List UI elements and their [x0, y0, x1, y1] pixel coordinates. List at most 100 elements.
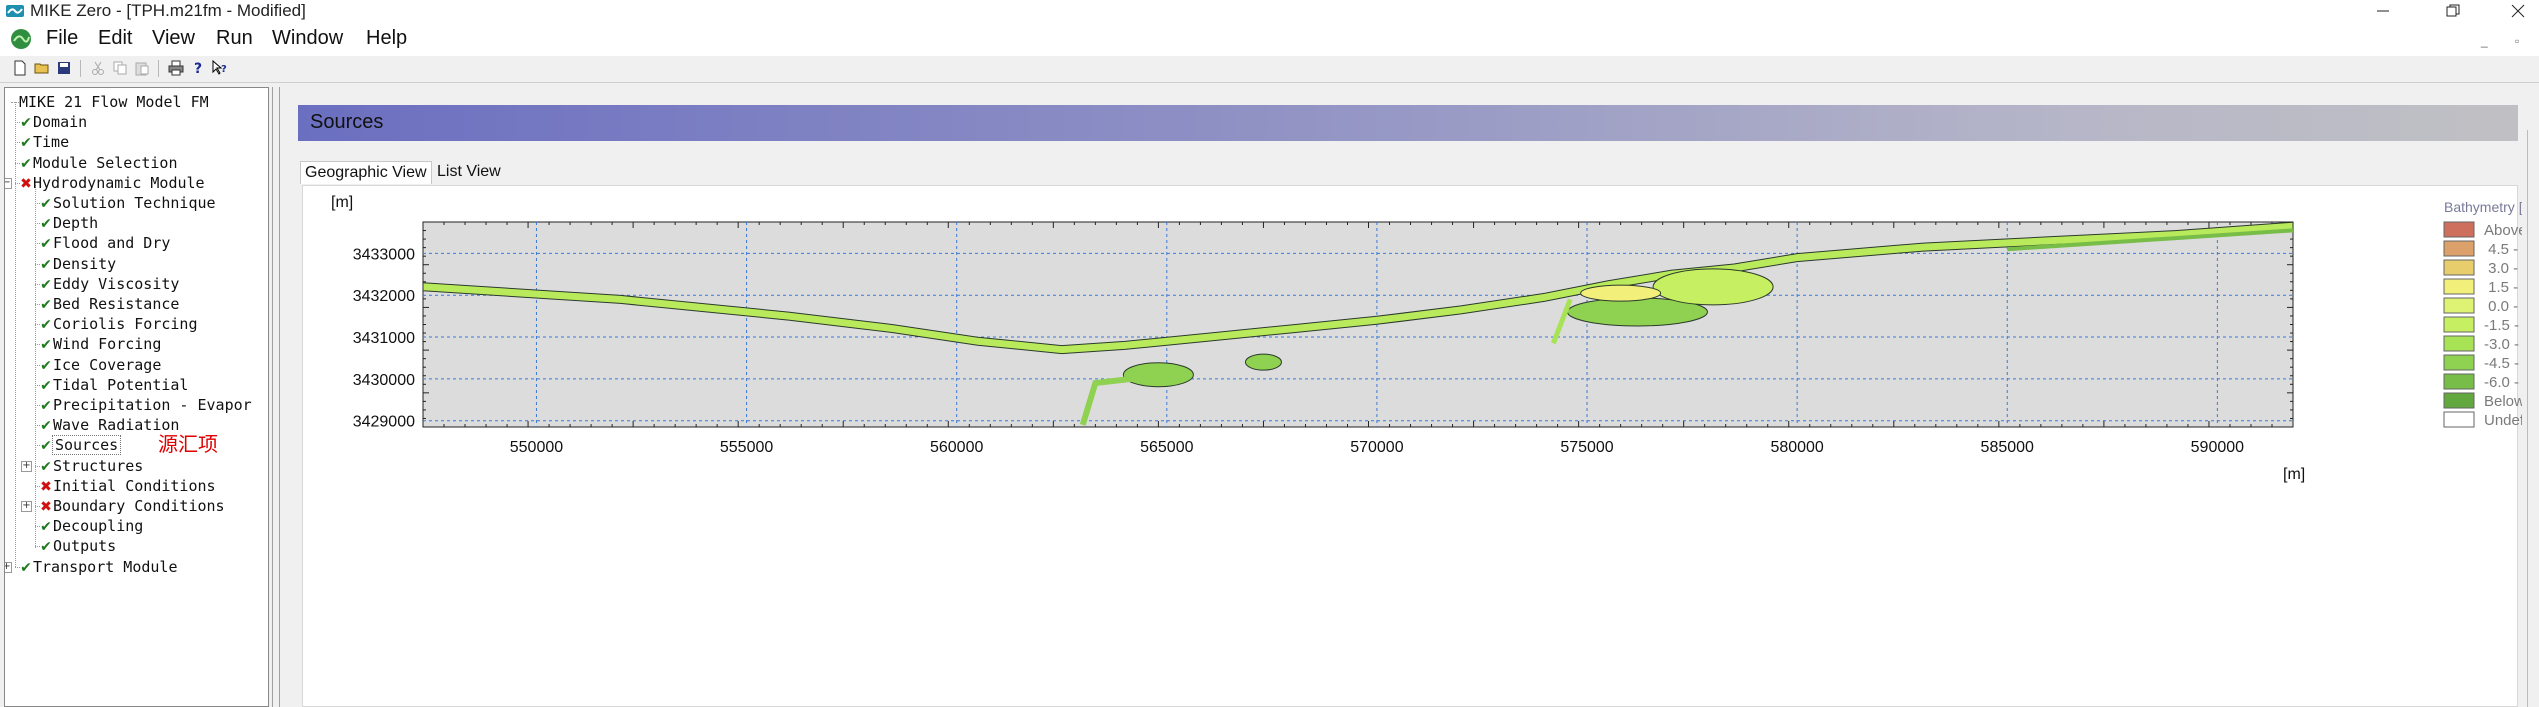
tree-item-transport-module[interactable]: ✔Transport Module [19, 557, 178, 577]
menu-help[interactable]: Help [366, 27, 407, 50]
checkmark-icon: ✔ [40, 317, 52, 334]
legend-label: 0.0 - 1.5 [2484, 298, 2522, 315]
tree-item-coriolis-forcing[interactable]: ✔Coriolis Forcing [39, 314, 198, 334]
legend-label: -1.5 - 0.0 [2484, 317, 2522, 334]
tree-item-eddy-viscosity[interactable]: ✔Eddy Viscosity [39, 274, 179, 294]
checkmark-icon: ✔ [40, 438, 52, 455]
toolbar: ? ? [0, 56, 2539, 83]
open-folder-icon[interactable] [34, 60, 50, 76]
tree-item-label: Wind Forcing [53, 335, 162, 354]
tree-connector [15, 162, 20, 164]
tree-item-label: Depth [53, 214, 99, 233]
tree-item-initial-conditions[interactable]: ✖Initial Conditions [39, 476, 215, 496]
legend-swatch [2443, 278, 2475, 295]
tree-item-depth[interactable]: ✔Depth [39, 213, 98, 233]
mdi-minimize-button[interactable]: _ [2481, 34, 2488, 48]
menu-file[interactable]: File [46, 27, 78, 50]
legend-swatch [2443, 297, 2475, 314]
tree-item-module-selection[interactable]: ✔Module Selection [19, 153, 177, 173]
copy-icon[interactable] [112, 60, 128, 76]
checkmark-icon: ✔ [40, 256, 52, 273]
help-icon[interactable]: ? [190, 60, 206, 76]
tree-item-hydrodynamic-module[interactable]: ✖Hydrodynamic Module [19, 173, 205, 193]
tab-geographic-view[interactable]: Geographic View [300, 161, 432, 184]
legend-label: Undefined Value [2484, 412, 2522, 429]
tree-item-label: Precipitation - Evapor [53, 396, 252, 414]
tree-item-wind-forcing[interactable]: ✔Wind Forcing [39, 334, 161, 354]
new-file-icon[interactable] [12, 60, 28, 76]
checkmark-icon: ✔ [40, 337, 52, 354]
menu-edit[interactable]: Edit [98, 27, 132, 50]
close-button[interactable] [2490, 0, 2539, 22]
menu-run[interactable]: Run [216, 27, 253, 50]
checkmark-icon: ✔ [20, 135, 32, 152]
vertical-scrollbar[interactable] [2527, 130, 2538, 707]
tree-item-density[interactable]: ✔Density [39, 254, 116, 274]
expand-icon[interactable]: + [21, 501, 32, 512]
tree-item-label: Tidal Potential [53, 375, 189, 394]
tree-connector [35, 263, 40, 265]
legend-label: 4.5 - 6.0 [2484, 241, 2522, 258]
context-help-icon[interactable]: ? [212, 60, 228, 76]
legend-swatch [2443, 259, 2475, 276]
tree-item-ice-coverage[interactable]: ✔Ice Coverage [39, 355, 161, 375]
legend-label: Below -6.0 [2484, 393, 2522, 410]
tree-item-label: Transport Module [33, 557, 178, 576]
print-icon[interactable] [168, 60, 184, 76]
tree-item-domain[interactable]: ✔Domain [19, 112, 87, 132]
tree-connector [35, 243, 40, 245]
domain-inlet [1244, 353, 1282, 371]
tree-item-bed-resistance[interactable]: ✔Bed Resistance [39, 294, 179, 314]
tree-item-time[interactable]: ✔Time [19, 132, 69, 152]
title-bar: MIKE Zero - [TPH.m21fm - Modified] [0, 0, 2539, 22]
checkmark-icon: ✔ [40, 377, 52, 394]
error-cross-icon: ✖ [40, 478, 52, 495]
tree-item-decoupling[interactable]: ✔Decoupling [39, 516, 143, 536]
x-tick-label: 560000 [930, 439, 983, 456]
menu-window[interactable]: Window [272, 27, 343, 50]
tree-item-label: Sources [51, 435, 122, 456]
tree-item-label: Coriolis Forcing [53, 315, 198, 334]
bathymetry-map[interactable]: 550000 555000 560000 565000 570000 575000 5800… [282, 182, 2522, 502]
expand-icon[interactable]: + [5, 561, 12, 573]
tree-item-label: Eddy Viscosity [53, 274, 180, 293]
legend-label: -6.0 - -4.5 [2484, 374, 2522, 391]
section-header: Sources [298, 105, 2518, 141]
x-tick-label: 565000 [1140, 439, 1193, 456]
tree-item-structures[interactable]: ✔Structures [39, 456, 143, 476]
tree-root[interactable]: MIKE 21 Flow Model FM [19, 92, 209, 112]
checkmark-icon: ✔ [40, 236, 52, 253]
menu-view[interactable]: View [152, 27, 195, 50]
tree-item-label: Density [53, 254, 117, 273]
panel-splitter[interactable] [272, 87, 280, 707]
toolbar-separator [80, 60, 81, 77]
tree-connector [15, 182, 20, 184]
y-axis-unit: [m] [331, 194, 353, 211]
legend-label: -4.5 - -3.0 [2484, 355, 2522, 372]
tree-connector [35, 384, 40, 386]
tree-item-outputs[interactable]: ✔Outputs [39, 536, 116, 556]
tree-item-sources[interactable]: ✔ Sources [39, 435, 122, 456]
tree-item-solution-technique[interactable]: ✔Solution Technique [39, 193, 215, 213]
tree-item-label: Hydrodynamic Module [33, 173, 205, 192]
legend-label: 1.5 - 3.0 [2484, 279, 2522, 296]
document-icon[interactable] [10, 28, 32, 50]
cut-icon[interactable] [90, 60, 106, 76]
tree-item-precipitation-evapor[interactable]: ✔Precipitation - Evapor [39, 395, 252, 415]
save-icon[interactable] [56, 60, 72, 76]
mdi-restore-button[interactable]: ▫ [2515, 34, 2519, 48]
collapse-icon[interactable]: − [5, 177, 12, 189]
x-tick-label: 585000 [1981, 439, 2034, 456]
tree-item-flood-and-dry[interactable]: ✔Flood and Dry [39, 233, 170, 253]
minimize-button[interactable] [2355, 0, 2411, 22]
tree-item-tidal-potential[interactable]: ✔Tidal Potential [39, 375, 188, 395]
legend-swatch [2443, 221, 2475, 238]
x-tick-label: 575000 [1560, 439, 1613, 456]
tab-list-view[interactable]: List View [433, 161, 505, 183]
tree-item-boundary-conditions[interactable]: ✖Boundary Conditions [39, 496, 224, 516]
expand-icon[interactable]: + [21, 460, 32, 472]
tree-item-label: Decoupling [53, 517, 144, 536]
paste-icon[interactable] [134, 60, 150, 76]
tree-connector [15, 566, 20, 568]
restore-button[interactable] [2425, 0, 2481, 22]
